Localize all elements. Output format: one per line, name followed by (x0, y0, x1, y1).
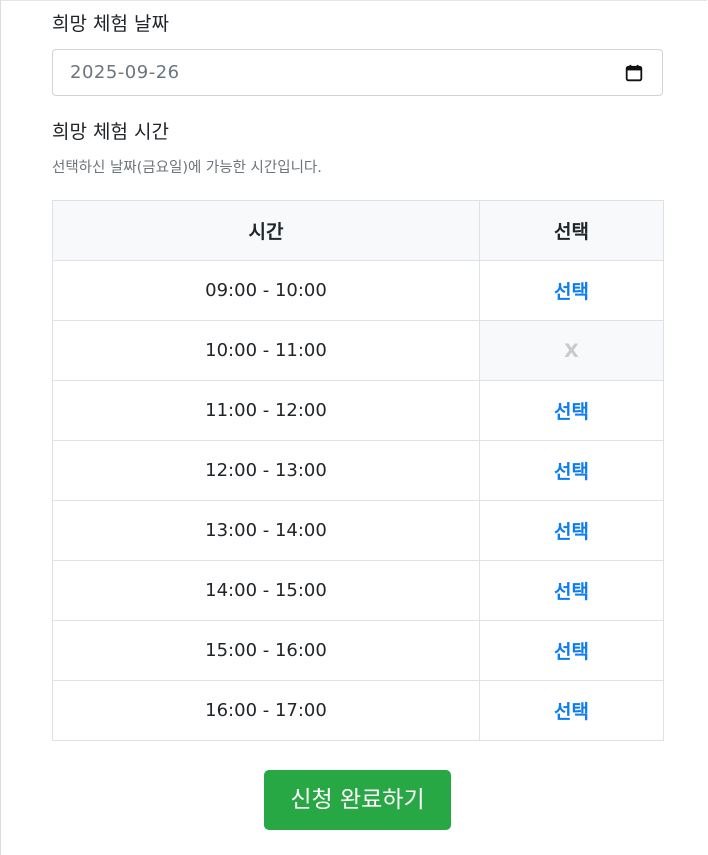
time-slot-table: 시간 선택 09:00 - 10:00 선택 10:00 - 11:00 X 1… (52, 200, 664, 741)
select-button[interactable]: 선택 (554, 521, 589, 543)
select-button[interactable]: 선택 (554, 401, 589, 423)
table-header-row: 시간 선택 (52, 200, 664, 261)
date-label: 희망 체험 날짜 (52, 13, 169, 35)
table-row: 13:00 - 14:00 선택 (52, 500, 664, 561)
select-button[interactable]: 선택 (554, 701, 589, 723)
time-label: 희망 체험 시간 (52, 121, 169, 143)
slot-action-cell: 선택 (479, 380, 664, 441)
select-button[interactable]: 선택 (554, 581, 589, 603)
slot-time: 11:00 - 12:00 (52, 380, 480, 441)
slot-time: 13:00 - 14:00 (52, 500, 480, 561)
unavailable-mark: X (564, 339, 579, 362)
submit-button[interactable]: 신청 완료하기 (264, 770, 451, 830)
slot-time: 12:00 - 13:00 (52, 440, 480, 501)
table-row: 10:00 - 11:00 X (52, 320, 664, 381)
date-value[interactable]: 2025-09-26 (70, 62, 180, 84)
table-row: 14:00 - 15:00 선택 (52, 560, 664, 621)
table-row: 12:00 - 13:00 선택 (52, 440, 664, 501)
slot-action-cell: 선택 (479, 500, 664, 561)
slot-action-cell: 선택 (479, 560, 664, 621)
slot-action-cell: X (479, 320, 664, 381)
select-button[interactable]: 선택 (554, 281, 589, 303)
time-hint: 선택하신 날짜(금요일)에 가능한 시간입니다. (52, 160, 322, 176)
slot-action-cell: 선택 (479, 260, 664, 321)
table-row: 11:00 - 12:00 선택 (52, 380, 664, 441)
slot-time: 16:00 - 17:00 (52, 680, 480, 741)
table-row: 09:00 - 10:00 선택 (52, 260, 664, 321)
calendar-icon[interactable] (625, 64, 643, 82)
page-frame: 희망 체험 날짜 2025-09-26 희망 체험 시간 선택하신 날짜(금요일… (0, 0, 707, 855)
table-row: 16:00 - 17:00 선택 (52, 680, 664, 741)
date-input[interactable]: 2025-09-26 (52, 49, 663, 96)
select-button[interactable]: 선택 (554, 641, 589, 663)
header-time: 시간 (52, 200, 480, 261)
slot-action-cell: 선택 (479, 440, 664, 501)
slot-action-cell: 선택 (479, 620, 664, 681)
slot-time: 14:00 - 15:00 (52, 560, 480, 621)
header-select: 선택 (479, 200, 664, 261)
select-button[interactable]: 선택 (554, 461, 589, 483)
table-row: 15:00 - 16:00 선택 (52, 620, 664, 681)
slot-time: 10:00 - 11:00 (52, 320, 480, 381)
slot-action-cell: 선택 (479, 680, 664, 741)
slot-time: 09:00 - 10:00 (52, 260, 480, 321)
slot-time: 15:00 - 16:00 (52, 620, 480, 681)
